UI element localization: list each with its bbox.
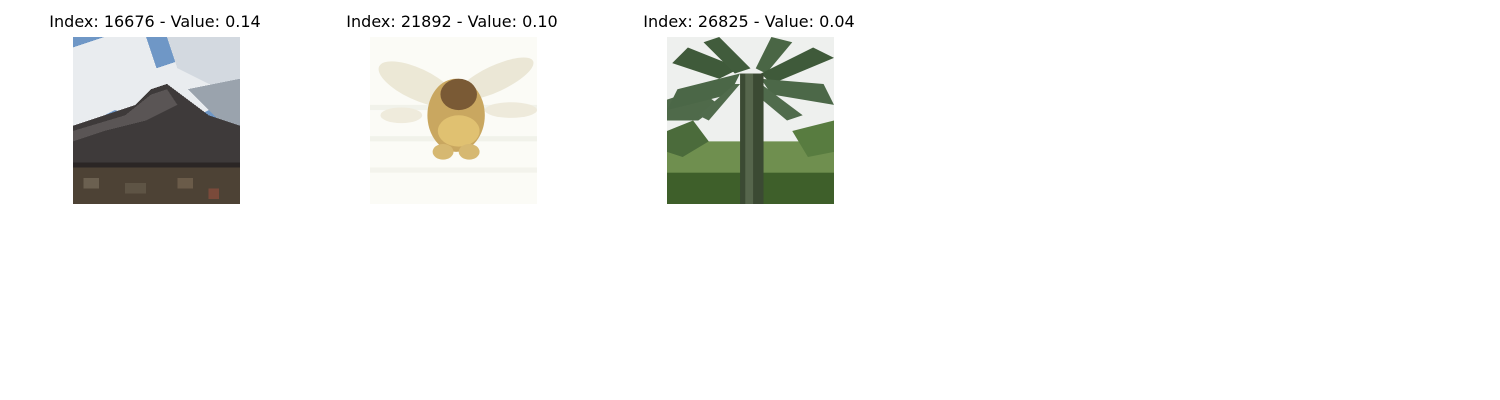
- panel-title: Index: 26825 - Value: 0.04: [643, 12, 855, 31]
- mountain-sky-image: [73, 37, 240, 204]
- panel-title: Index: 16676 - Value: 0.14: [49, 12, 261, 31]
- palm-tree-image: [667, 37, 834, 204]
- image-panel-3: Index: 26825 - Value: 0.04: [629, 0, 869, 210]
- flying-insect-image: [370, 37, 537, 204]
- image-panel-1: Index: 16676 - Value: 0.14: [35, 0, 275, 210]
- image-panel-2: Index: 21892 - Value: 0.10: [332, 0, 572, 210]
- panel-title: Index: 21892 - Value: 0.10: [346, 12, 558, 31]
